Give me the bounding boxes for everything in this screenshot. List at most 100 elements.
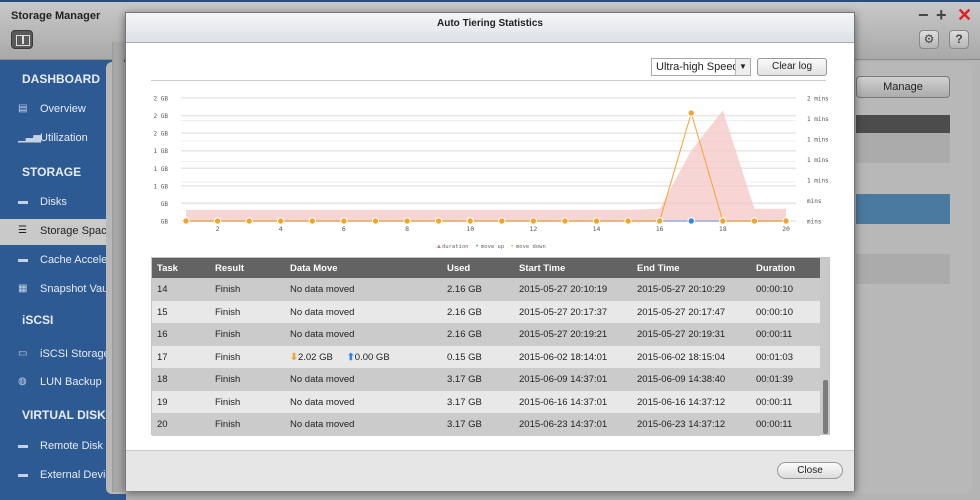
- legend-entry: move down: [516, 244, 546, 250]
- y-left-tick-label: 2 GB: [154, 131, 169, 138]
- dialog-header: Auto Tiering Statistics: [126, 13, 854, 43]
- dialog-title: Auto Tiering Statistics: [437, 18, 543, 29]
- move-down-point: [561, 217, 569, 225]
- cell-start: 2015-05-27 20:19:21: [519, 329, 608, 340]
- background-row-selected[interactable]: [856, 194, 950, 224]
- minimize-icon[interactable]: −: [918, 6, 929, 24]
- x-tick-label: 6: [342, 225, 346, 233]
- x-tick-label: 16: [656, 225, 664, 233]
- cell-start: 2015-05-27 20:17:37: [519, 306, 608, 318]
- table-row[interactable]: 19 Finish No data moved 3.17 GB 2015-06-16 1…: [152, 390, 820, 413]
- sidebar-item-label: Snapshot Vault: [40, 283, 114, 295]
- cell-used: 2.16 GB: [447, 329, 482, 340]
- cell-used: 3.17 GB: [447, 374, 482, 385]
- clear-log-button[interactable]: Clear log: [757, 58, 827, 76]
- y-right-tick-label: 1 mins: [807, 178, 829, 185]
- background-row[interactable]: [856, 224, 950, 254]
- cell-task: 17: [157, 351, 168, 363]
- cell-start: 2015-05-27 20:10:19: [519, 284, 608, 295]
- cell-result: Finish: [215, 351, 241, 363]
- move-down-point: [750, 217, 759, 225]
- column-header[interactable]: Used: [447, 263, 470, 274]
- table-row[interactable]: 15 Finish No data moved 2.16 GB 2015-05-27 2…: [152, 300, 820, 323]
- sidebar-item-label: iSCSI Storage: [40, 348, 110, 360]
- column-header[interactable]: Task: [157, 263, 178, 274]
- background-row[interactable]: [856, 163, 950, 193]
- app-title: Storage Manager: [11, 10, 101, 22]
- cache-icon: ▬: [18, 254, 28, 265]
- table-row[interactable]: 18 Finish No data moved 3.17 GB 2015-06-09 1…: [152, 368, 820, 391]
- column-header[interactable]: Start Time: [519, 263, 565, 274]
- cell-used: 0.15 GB: [447, 351, 482, 363]
- y-left-tick-label: 2 GB: [154, 96, 169, 103]
- sidebar-item-label: Overview: [40, 103, 86, 115]
- cell-result: Finish: [215, 306, 241, 318]
- sidebar-heading: DASHBOARD: [22, 72, 100, 86]
- background-divider: [112, 42, 124, 492]
- duration-area: [186, 110, 786, 221]
- column-header[interactable]: End Time: [637, 263, 680, 274]
- lun-backup-icon: ◍: [18, 376, 27, 387]
- table-row[interactable]: 16 Finish No data moved 2.16 GB 2015-05-27 2…: [152, 323, 820, 346]
- cell-task: 20: [157, 419, 168, 430]
- cell-used: 3.17 GB: [447, 396, 482, 408]
- background-row[interactable]: [856, 254, 950, 284]
- move-down-point: [466, 217, 474, 225]
- tier-select[interactable]: Ultra-high Speed ▼: [651, 58, 751, 76]
- column-header[interactable]: Duration: [756, 263, 795, 274]
- maximize-icon[interactable]: +: [936, 6, 947, 24]
- y-right-tick-label: 1 mins: [807, 137, 829, 144]
- move-down-point: [213, 217, 222, 225]
- column-header[interactable]: Result: [215, 263, 244, 274]
- cell-start: 2015-06-23 14:37:01: [519, 419, 608, 430]
- cell-start: 2015-06-09 14:37:01: [519, 374, 608, 385]
- move-down-point: [245, 217, 253, 225]
- move-down-point: [529, 217, 538, 225]
- manage-button[interactable]: Manage: [856, 76, 950, 98]
- table-row[interactable]: 20 Finish No data moved 3.17 GB 2015-06-23 1…: [152, 413, 820, 436]
- close-button[interactable]: Close: [777, 462, 843, 479]
- legend-entry: move up: [481, 244, 504, 250]
- move-up-arrow-icon: ⬆: [346, 351, 355, 363]
- table-row[interactable]: 14 Finish No data moved 2.16 GB 2015-05-27 2…: [152, 278, 820, 301]
- y-left-tick-label: GB: [161, 201, 169, 208]
- cell-end: 2015-06-02 18:15:04: [637, 351, 726, 363]
- y-right-tick-label: mins: [807, 198, 822, 205]
- help-button[interactable]: ?: [949, 30, 969, 49]
- background-row[interactable]: [856, 133, 950, 163]
- cell-result: Finish: [215, 329, 241, 340]
- layout-toggle-button[interactable]: [11, 30, 33, 49]
- move-down-legend-icon: •: [511, 244, 513, 250]
- move-down-point: [687, 109, 695, 117]
- y-left-tick-label: 1 GB: [154, 148, 169, 155]
- move-down-point: [403, 217, 411, 225]
- move-down-arrow-icon: ⬇: [290, 351, 298, 363]
- x-tick-label: 8: [405, 225, 409, 233]
- table-scrollbar[interactable]: [823, 380, 828, 434]
- x-tick-label: 4: [279, 225, 283, 233]
- y-left-tick-label: 1 GB: [154, 183, 169, 190]
- cell-task: 14: [157, 284, 168, 295]
- cell-move: No data moved: [290, 306, 355, 318]
- cell-start: 2015-06-02 18:14:01: [519, 351, 608, 363]
- overview-icon: ▤: [18, 103, 28, 114]
- move-up-value: 0.00 GB: [354, 351, 390, 363]
- cell-move: No data moved: [290, 284, 355, 295]
- move-down-point: [782, 217, 790, 225]
- cell-duration: 00:00:10: [756, 306, 793, 318]
- cell-task: 18: [157, 374, 168, 385]
- column-header[interactable]: Data Move: [290, 263, 338, 274]
- cell-end: 2015-05-27 20:17:47: [637, 306, 726, 318]
- cell-move: No data moved: [290, 396, 355, 408]
- sidebar-item-label: Remote Disk: [40, 440, 103, 452]
- close-icon[interactable]: ✕: [957, 6, 972, 24]
- table-row[interactable]: 17 Finish ⬇2.02 GB ⬆0.00 GB 0.15 GB 2015-06-0…: [152, 345, 820, 368]
- chevron-down-icon[interactable]: ▼: [735, 59, 750, 75]
- move-down-point: [498, 217, 506, 225]
- cell-used: 3.17 GB: [447, 419, 482, 430]
- task-table: Task Result Data Move Used Start Time End Tim…: [151, 257, 830, 436]
- table-header: Task Result Data Move Used Start Time End Tim…: [152, 258, 820, 278]
- gear-icon[interactable]: ⚙: [919, 30, 939, 49]
- move-up-point: [687, 217, 695, 225]
- data-move-cell: ⬇2.02 GB ⬆0.00 GB: [290, 352, 390, 363]
